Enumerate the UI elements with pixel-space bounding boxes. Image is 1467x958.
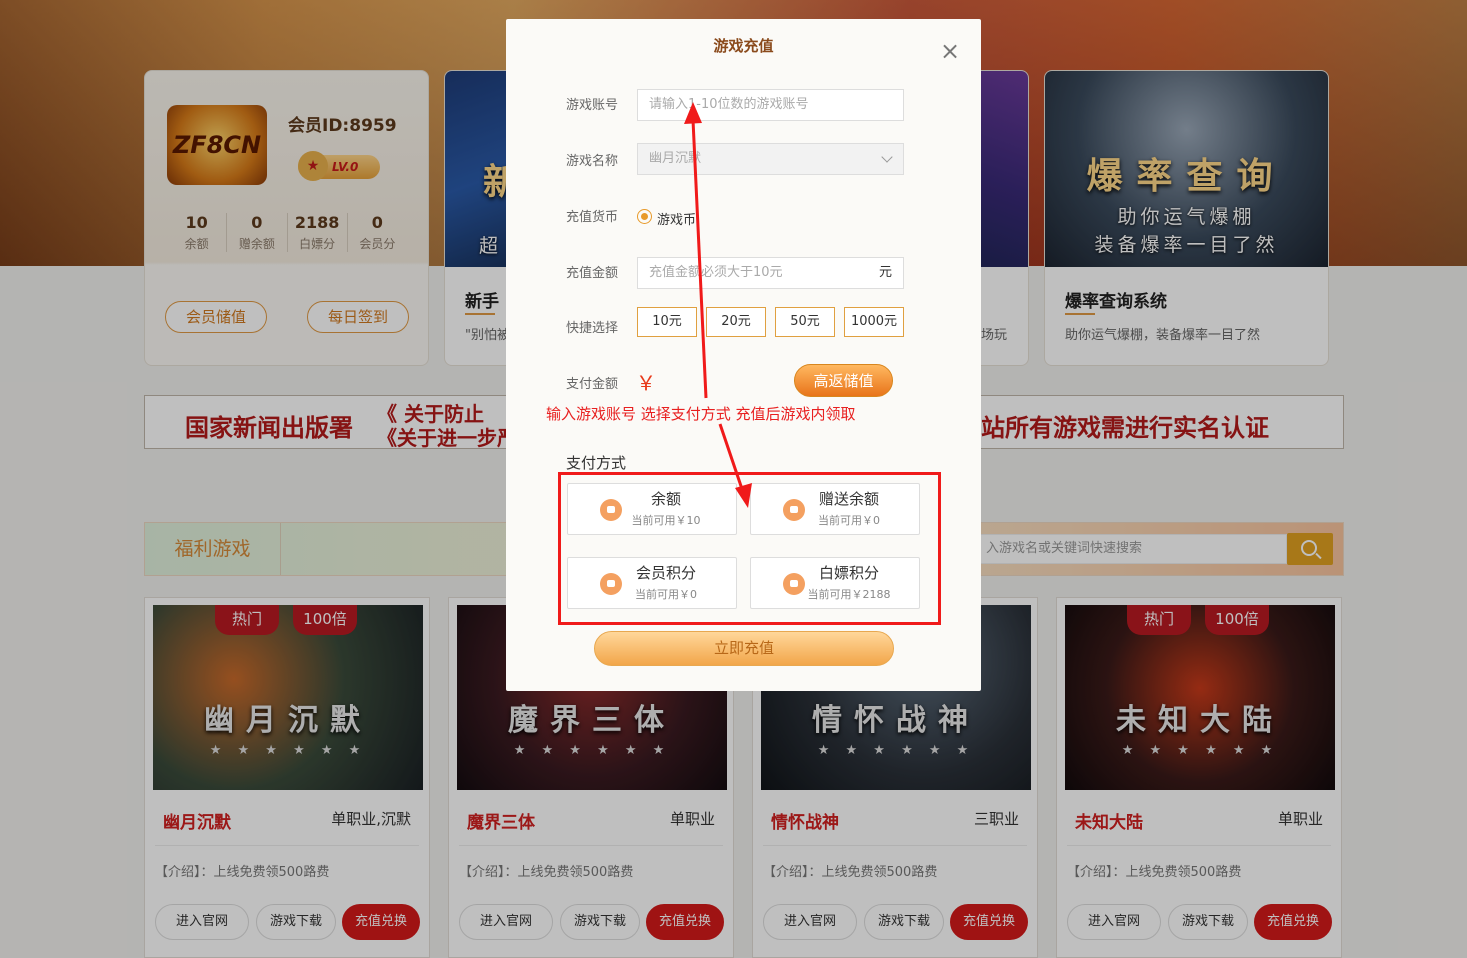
arrow-head-down [735,483,752,508]
arrow-to-pay [718,423,745,493]
arrow-head-up [684,102,702,124]
arrow-to-account [691,119,708,399]
annotation-arrows [684,102,752,508]
